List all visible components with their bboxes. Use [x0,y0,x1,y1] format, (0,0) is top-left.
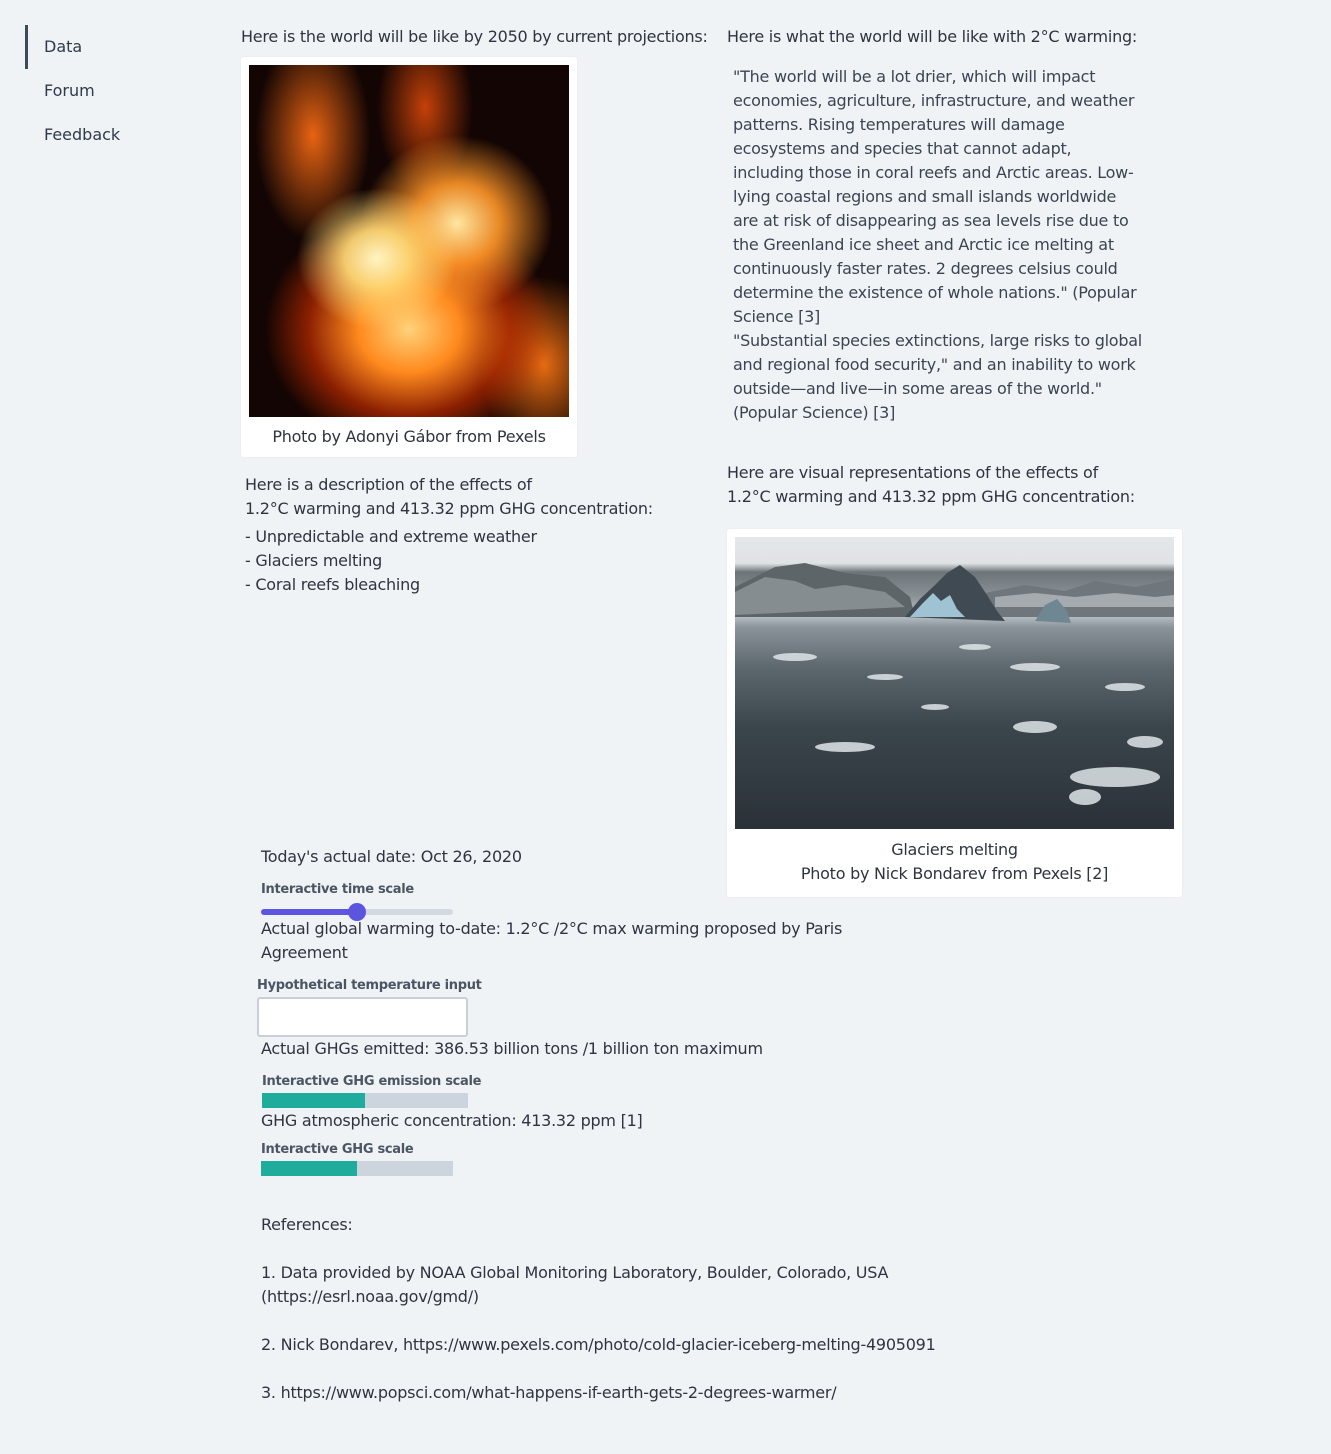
ghg-emission-scale[interactable] [262,1093,468,1108]
ghg-emitted-text: Actual GHGs emitted: 386.53 billion tons… [261,1039,763,1058]
effect-item: - Unpredictable and extreme weather [245,527,537,546]
warming-text-line2: Agreement [261,943,348,962]
quote-paragraph-1: "The world will be a lot drier, which wi… [733,67,1137,326]
ghg-scale-fill [261,1161,357,1176]
effects-heading-line1: Here is a description of the effects of [245,475,532,494]
time-scale-slider-fill [261,909,357,915]
actual-date-text: Today's actual date: Oct 26, 2020 [261,847,522,866]
sidebar-item-forum[interactable]: Forum [44,79,95,103]
glacier-caption-title: Glaciers melting [891,840,1018,859]
ghg-scale-label: Interactive GHG scale [261,1142,414,1157]
quote-paragraph-2: "Substantial species extinctions, large … [733,331,1142,422]
warming-text-line1: Actual global warming to-date: 1.2°C /2°… [261,919,843,938]
popular-science-quote: "The world will be a lot drier, which wi… [733,65,1143,425]
reference-3: 3. https://www.popsci.com/what-happens-i… [261,1383,837,1402]
visual-heading-line2: 1.2°C warming and 413.32 ppm GHG concent… [727,487,1135,506]
visual-heading-line1: Here are visual representations of the e… [727,463,1098,482]
fire-photo [249,65,569,417]
glacier-photo-card: Glaciers melting Photo by Nick Bondarev … [727,529,1182,897]
references-heading: References: [261,1215,353,1234]
sidebar-item-data[interactable]: Data [44,35,82,59]
temp-input-label: Hypothetical temperature input [257,978,482,993]
reference-2: 2. Nick Bondarev, https://www.pexels.com… [261,1335,936,1354]
reference-1-line2: (https://esrl.noaa.gov/gmd/) [261,1287,479,1306]
active-indicator [25,25,28,69]
ghg-concentration-text: GHG atmospheric concentration: 413.32 pp… [261,1111,643,1130]
glacier-photo [735,537,1174,829]
projection-heading: Here is the world will be like by 2050 b… [241,27,708,46]
effects-heading-line2: 1.2°C warming and 413.32 ppm GHG concent… [245,499,653,518]
ghg-scale[interactable] [261,1161,453,1176]
effect-item: - Glaciers melting [245,551,382,570]
reference-1-line1: 1. Data provided by NOAA Global Monitori… [261,1263,889,1282]
hypothetical-temperature-input[interactable] [257,997,468,1037]
two-degree-heading: Here is what the world will be like with… [727,27,1138,46]
sidebar-item-feedback[interactable]: Feedback [44,123,120,147]
ghg-emission-scale-label: Interactive GHG emission scale [262,1074,482,1089]
effect-item: - Coral reefs bleaching [245,575,420,594]
glacier-caption-credit: Photo by Nick Bondarev from Pexels [2] [800,864,1109,883]
fire-photo-caption: Photo by Adonyi Gábor from Pexels [272,427,546,446]
fire-photo-card: Photo by Adonyi Gábor from Pexels [241,57,577,457]
ghg-emission-scale-fill [262,1093,365,1108]
time-scale-label: Interactive time scale [261,882,414,897]
